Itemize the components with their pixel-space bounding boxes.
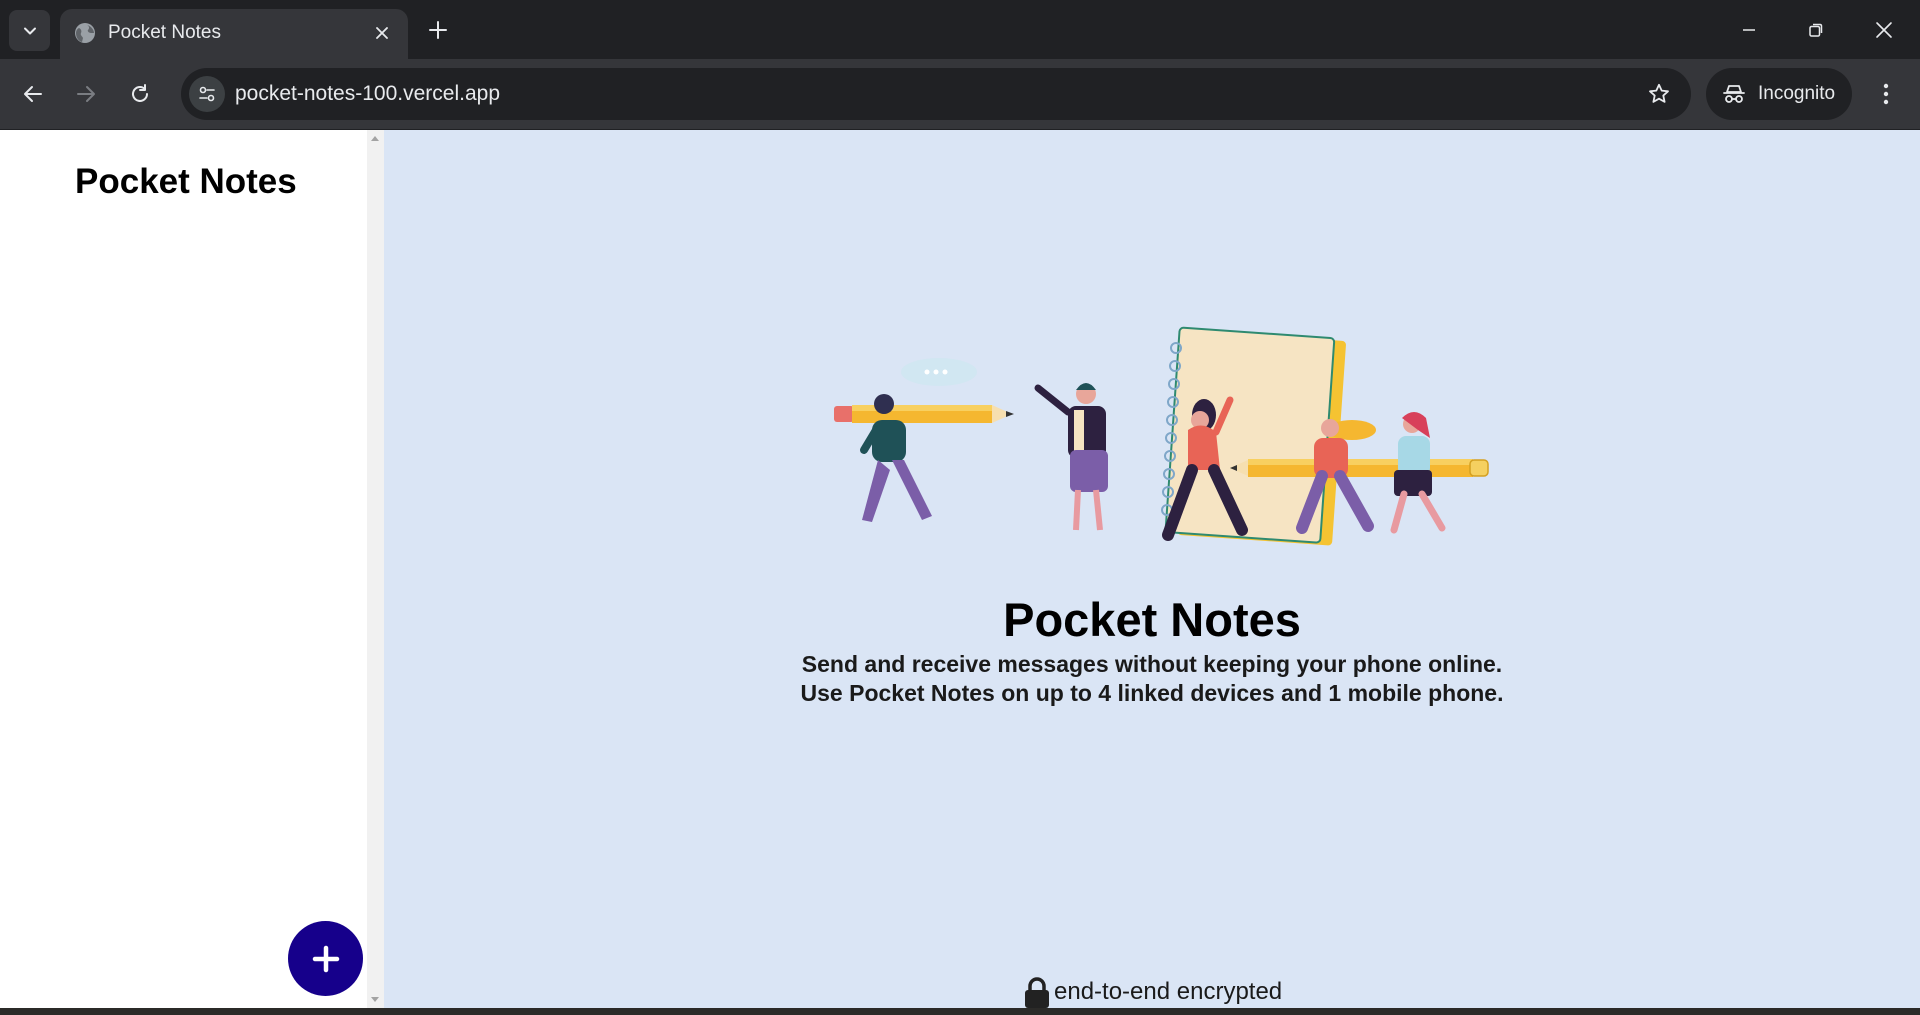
plus-icon	[312, 945, 339, 972]
browser-tab-strip: Pocket Notes	[0, 0, 1920, 59]
encryption-notice: end-to-end encrypted	[1022, 976, 1282, 1008]
minimize-icon	[1743, 29, 1755, 31]
notes-illustration	[834, 326, 1489, 546]
restore-icon	[1809, 23, 1823, 37]
scroll-up-arrow-icon[interactable]	[371, 136, 379, 141]
incognito-profile-button[interactable]: Incognito	[1706, 68, 1852, 120]
new-tab-button[interactable]	[424, 16, 452, 44]
encryption-notice-text: end-to-end encrypted	[1054, 978, 1283, 1005]
close-icon	[1876, 22, 1892, 38]
scroll-down-arrow-icon[interactable]	[371, 997, 379, 1002]
bookmark-button[interactable]	[1645, 80, 1673, 108]
back-button[interactable]	[15, 76, 51, 112]
incognito-label: Incognito	[1758, 83, 1836, 104]
sidebar: Pocket Notes	[0, 130, 367, 1008]
forward-button[interactable]	[68, 76, 104, 112]
page-viewport: Pocket Notes Pocket Notes Send and recei…	[0, 130, 1920, 1008]
tab-search-button[interactable]	[9, 10, 50, 51]
arrow-right-icon	[77, 86, 95, 102]
star-icon	[1649, 83, 1669, 103]
url-text: pocket-notes-100.vercel.app	[235, 82, 500, 105]
close-icon	[376, 27, 388, 39]
sidebar-scrollbar[interactable]	[367, 130, 384, 1008]
main-panel: Pocket Notes Send and receive messages w…	[384, 130, 1920, 1008]
browser-toolbar: pocket-notes-100.vercel.app Incognito	[0, 59, 1920, 129]
browser-tab[interactable]: Pocket Notes	[60, 9, 408, 59]
browser-menu-button[interactable]	[1872, 76, 1900, 112]
minimize-button[interactable]	[1727, 12, 1771, 48]
chevron-down-icon	[23, 27, 36, 34]
address-bar[interactable]: pocket-notes-100.vercel.app	[181, 68, 1691, 120]
globe-icon	[75, 23, 95, 43]
welcome-description-line-1: Send and receive messages without keepin…	[801, 651, 1503, 677]
add-note-group-button[interactable]	[288, 921, 363, 996]
incognito-icon	[1723, 85, 1745, 103]
reload-button[interactable]	[122, 76, 158, 112]
sidebar-title: Pocket Notes	[75, 162, 297, 201]
window-bottom-edge	[0, 1008, 1920, 1015]
tab-title: Pocket Notes	[108, 22, 221, 43]
welcome-title: Pocket Notes	[1003, 593, 1301, 646]
arrow-left-icon	[24, 86, 42, 102]
close-window-button[interactable]	[1862, 12, 1906, 48]
tab-close-button[interactable]	[370, 21, 394, 45]
more-vertical-icon	[1883, 83, 1889, 105]
welcome-description-line-2: Use Pocket Notes on up to 4 linked devic…	[800, 680, 1504, 706]
site-info-button[interactable]	[189, 76, 225, 112]
reload-icon	[132, 84, 148, 102]
plus-icon	[429, 21, 447, 39]
restore-button[interactable]	[1794, 12, 1838, 48]
lock-icon	[1025, 977, 1049, 1008]
tune-icon	[199, 86, 215, 102]
